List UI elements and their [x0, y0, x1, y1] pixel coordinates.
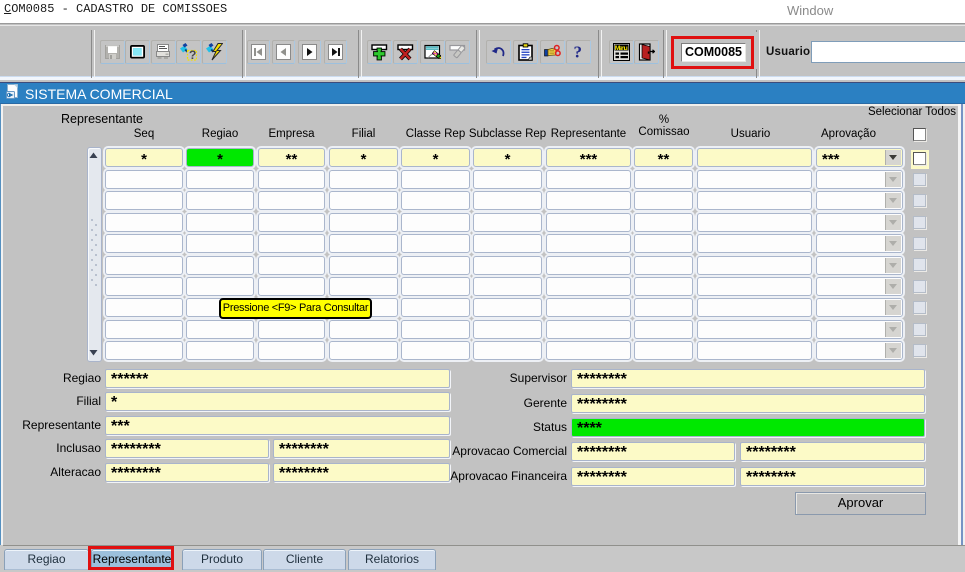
svg-text:?: ?	[189, 48, 196, 61]
svg-text:Menu: Menu	[615, 45, 628, 52]
svg-text:?: ?	[574, 43, 583, 61]
